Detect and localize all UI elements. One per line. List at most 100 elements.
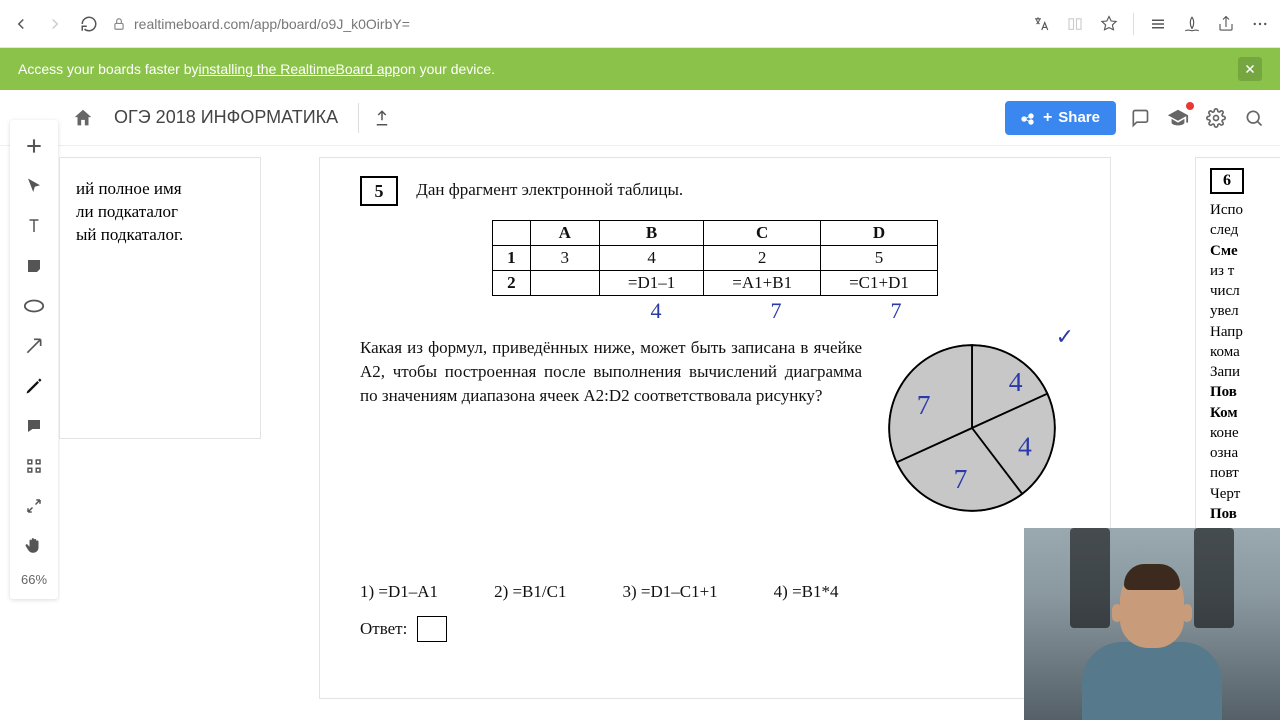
cell: =C1+D1 <box>821 271 938 296</box>
cell: 3 <box>530 246 599 271</box>
forward-button[interactable] <box>44 13 66 35</box>
option: 4) =B1*4 <box>774 582 839 602</box>
banner-prefix: Access your boards faster by <box>18 61 199 77</box>
option: 3) =D1–C1+1 <box>622 582 717 602</box>
comments-icon[interactable] <box>1126 104 1154 132</box>
task-number-box: 6 <box>1210 168 1244 194</box>
text-tool[interactable] <box>16 206 52 246</box>
fit-tool[interactable] <box>16 486 52 526</box>
text-line: увел <box>1210 301 1280 321</box>
col-header: B <box>599 221 703 246</box>
notification-dot <box>1186 102 1194 110</box>
board-title[interactable]: ОГЭ 2018 ИНФОРМАТИКА <box>104 107 348 128</box>
text-line: ли подкаталог <box>76 201 244 224</box>
handwritten-values: 4 7 7 <box>360 298 1070 324</box>
hand-value: 7 <box>836 298 956 324</box>
browser-toolbar: realtimeboard.com/app/board/o9J_k0OirbY= <box>0 0 1280 48</box>
share-page-icon[interactable] <box>1216 14 1236 34</box>
text-line: из т <box>1210 261 1280 281</box>
task-intro: Дан фрагмент электронной таблицы. <box>416 176 683 200</box>
arrow-tool[interactable] <box>16 326 52 366</box>
hub-icon[interactable] <box>1148 14 1168 34</box>
text-line: Напр <box>1210 322 1280 342</box>
share-label: Share <box>1058 109 1100 126</box>
answer-options: 1) =D1–A1 2) =B1/C1 3) =D1–C1+1 4) =B1*4 <box>360 582 1070 602</box>
back-button[interactable] <box>10 13 32 35</box>
settings-icon[interactable] <box>1202 104 1230 132</box>
banner-suffix: on your device. <box>400 61 495 77</box>
frame-left-partial[interactable]: ий полное имя ли подкаталог ый подкатало… <box>60 158 260 438</box>
text-line: числ <box>1210 281 1280 301</box>
answer-box <box>417 616 447 642</box>
refresh-button[interactable] <box>78 13 100 35</box>
spreadsheet-table: A B C D 1 3 4 2 5 2 =D1–1 =A1+B1 =C1+D1 <box>492 220 938 296</box>
col-header: A <box>530 221 599 246</box>
col-header: D <box>821 221 938 246</box>
pie-chart: ✓ 4 4 7 7 <box>880 336 1070 520</box>
text-line: ый подкаталог. <box>76 224 244 247</box>
shape-tool[interactable] <box>16 286 52 326</box>
text-line: след <box>1210 220 1280 240</box>
svg-text:4: 4 <box>1018 431 1032 462</box>
reading-icon[interactable] <box>1065 14 1085 34</box>
text-line: Запи <box>1210 362 1280 382</box>
cell <box>530 271 599 296</box>
banner-close-button[interactable] <box>1238 57 1262 81</box>
search-icon[interactable] <box>1240 104 1268 132</box>
option: 2) =B1/C1 <box>494 582 566 602</box>
col-header: C <box>704 221 821 246</box>
svg-text:7: 7 <box>954 463 968 494</box>
translate-icon[interactable] <box>1031 14 1051 34</box>
answer-label: Ответ: <box>360 619 407 639</box>
hand-value: 7 <box>716 298 836 324</box>
svg-text:7: 7 <box>917 389 931 420</box>
text-line: озна <box>1210 443 1280 463</box>
cell: 4 <box>599 246 703 271</box>
text-line: кома <box>1210 342 1280 362</box>
more-icon[interactable] <box>1250 14 1270 34</box>
sticky-tool[interactable] <box>16 246 52 286</box>
hand-value: 4 <box>596 298 716 324</box>
cell: =A1+B1 <box>704 271 821 296</box>
frame-tool[interactable] <box>16 446 52 486</box>
hand-tool[interactable] <box>16 526 52 566</box>
url-text: realtimeboard.com/app/board/o9J_k0OirbY= <box>134 16 410 32</box>
select-tool[interactable] <box>16 166 52 206</box>
cell: =D1–1 <box>599 271 703 296</box>
export-icon[interactable] <box>358 103 391 133</box>
text-line: Пов <box>1210 504 1280 524</box>
task-number-box: 5 <box>360 176 398 206</box>
svg-text:4: 4 <box>1009 366 1023 397</box>
webcam-overlay <box>1024 528 1280 720</box>
row-header: 1 <box>493 246 531 271</box>
text-line: Испо <box>1210 200 1280 220</box>
add-tool[interactable] <box>16 126 52 166</box>
zoom-level[interactable]: 66% <box>21 566 47 593</box>
checkmark-annotation: ✓ <box>1056 324 1074 350</box>
task-frame[interactable]: 5 Дан фрагмент электронной таблицы. A B … <box>320 158 1110 698</box>
comment-tool[interactable] <box>16 406 52 446</box>
install-banner: Access your boards faster by installing … <box>0 48 1280 90</box>
frame-right-partial[interactable]: 6 ИспоследСмеиз тчислувелНапркомаЗапиПов… <box>1196 158 1280 538</box>
text-line: Сме <box>1210 241 1280 261</box>
canvas-toolbar: 66% <box>10 120 58 599</box>
text-line: ий полное имя <box>76 178 244 201</box>
text-line: повт <box>1210 463 1280 483</box>
question-text: Какая из формул, приведённых ниже, может… <box>360 336 862 520</box>
option: 1) =D1–A1 <box>360 582 438 602</box>
cell: 2 <box>704 246 821 271</box>
banner-link[interactable]: installing the RealtimeBoard app <box>199 61 401 77</box>
app-header: ОГЭ 2018 ИНФОРМАТИКА + Share <box>0 90 1280 146</box>
favorite-icon[interactable] <box>1099 14 1119 34</box>
text-line: Пов <box>1210 382 1280 402</box>
address-bar[interactable]: realtimeboard.com/app/board/o9J_k0OirbY= <box>112 16 1019 32</box>
share-button[interactable]: + Share <box>1005 101 1116 135</box>
home-icon[interactable] <box>72 107 94 129</box>
lock-icon <box>112 17 126 31</box>
notes-icon[interactable] <box>1182 14 1202 34</box>
cell: 5 <box>821 246 938 271</box>
text-line: Ком <box>1210 403 1280 423</box>
pen-tool[interactable] <box>16 366 52 406</box>
text-line: коне <box>1210 423 1280 443</box>
academy-icon[interactable] <box>1164 104 1192 132</box>
